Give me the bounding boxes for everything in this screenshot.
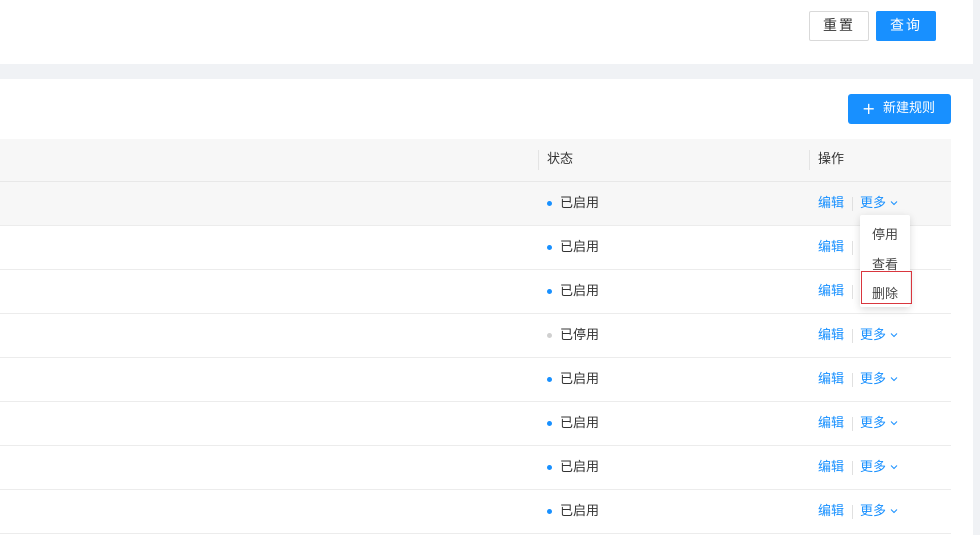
link-divider	[852, 417, 853, 431]
edit-link[interactable]: 编辑	[818, 446, 844, 489]
table-row: 已启用 编辑更多	[0, 358, 951, 402]
link-divider	[852, 329, 853, 343]
status-text: 已启用	[560, 240, 600, 255]
table-row: 已停用 编辑 更多	[0, 314, 951, 358]
rules-panel: + 新建规则 状态 操作 已启用编辑更多已启用编辑更多已启用编辑更多已停用编辑更…	[0, 79, 973, 535]
table-row: 已启用编辑更多	[0, 226, 951, 270]
status-text: 已启用	[560, 196, 600, 211]
new-rule-label: 新建规则	[883, 101, 936, 116]
edit-link[interactable]: 编辑	[818, 402, 844, 445]
table-row: 已启用 编辑更多	[0, 446, 951, 490]
scroll-gutter	[973, 0, 980, 535]
link-divider	[852, 461, 853, 475]
status-column-header: 状态	[547, 152, 574, 167]
edit-link[interactable]: 编辑	[818, 226, 844, 269]
more-link[interactable]: 更多	[860, 402, 886, 445]
chevron-down-icon[interactable]	[890, 375, 898, 383]
column-divider	[538, 150, 539, 170]
edit-link[interactable]: 编辑	[818, 270, 844, 313]
status-dot	[547, 201, 552, 206]
new-rule-button[interactable]: + 新建规则	[848, 94, 951, 124]
plus-icon: +	[862, 99, 876, 118]
status-dot	[547, 245, 552, 250]
link-divider	[852, 285, 853, 299]
table-row: 已启用编辑更多	[0, 182, 951, 226]
edit-link[interactable]: 编辑	[818, 314, 844, 357]
edit-link[interactable]: 编辑	[818, 182, 844, 225]
chevron-down-icon[interactable]	[890, 507, 898, 515]
status-text: 已启用	[560, 504, 600, 519]
status-text: 已启用	[560, 372, 600, 387]
link-divider	[852, 197, 853, 211]
filter-panel: 重置 查询	[0, 0, 973, 64]
menu-item-disable[interactable]: 停用	[860, 224, 910, 243]
column-divider	[809, 150, 810, 170]
link-divider	[852, 505, 853, 519]
chevron-down-icon[interactable]	[890, 199, 898, 207]
status-dot	[547, 333, 552, 338]
link-divider	[852, 373, 853, 387]
status-text: 已停用	[560, 328, 600, 343]
status-dot	[547, 289, 552, 294]
query-button[interactable]: 查询	[876, 11, 936, 41]
status-text: 已启用	[560, 284, 600, 299]
action-column-header: 操作	[818, 152, 845, 167]
more-link[interactable]: 更多	[860, 358, 886, 401]
link-divider	[852, 241, 853, 255]
table-header: 状态 操作	[0, 139, 951, 182]
edit-link[interactable]: 编辑	[818, 358, 844, 401]
more-link[interactable]: 更多	[860, 314, 886, 357]
status-text: 已启用	[560, 416, 600, 431]
chevron-down-icon[interactable]	[890, 463, 898, 471]
status-text: 已启用	[560, 460, 600, 475]
table-row: 已启用 编辑更多	[0, 490, 951, 534]
more-link[interactable]: 更多	[860, 446, 886, 489]
table-row: 已启用 编辑更多	[0, 402, 951, 446]
more-link[interactable]: 更多	[860, 490, 886, 533]
edit-link[interactable]: 编辑	[818, 490, 844, 533]
status-dot	[547, 509, 552, 514]
rules-table: 状态 操作 已启用编辑更多已启用编辑更多已启用编辑更多已停用编辑更多已启用编辑更…	[0, 139, 951, 534]
table-row: 已启用编辑更多	[0, 270, 951, 314]
status-dot	[547, 377, 552, 382]
status-dot	[547, 465, 552, 470]
chevron-down-icon[interactable]	[890, 419, 898, 427]
delete-highlight-box	[861, 271, 912, 304]
chevron-down-icon[interactable]	[890, 331, 898, 339]
reset-button[interactable]: 重置	[809, 11, 869, 41]
status-dot	[547, 421, 552, 426]
